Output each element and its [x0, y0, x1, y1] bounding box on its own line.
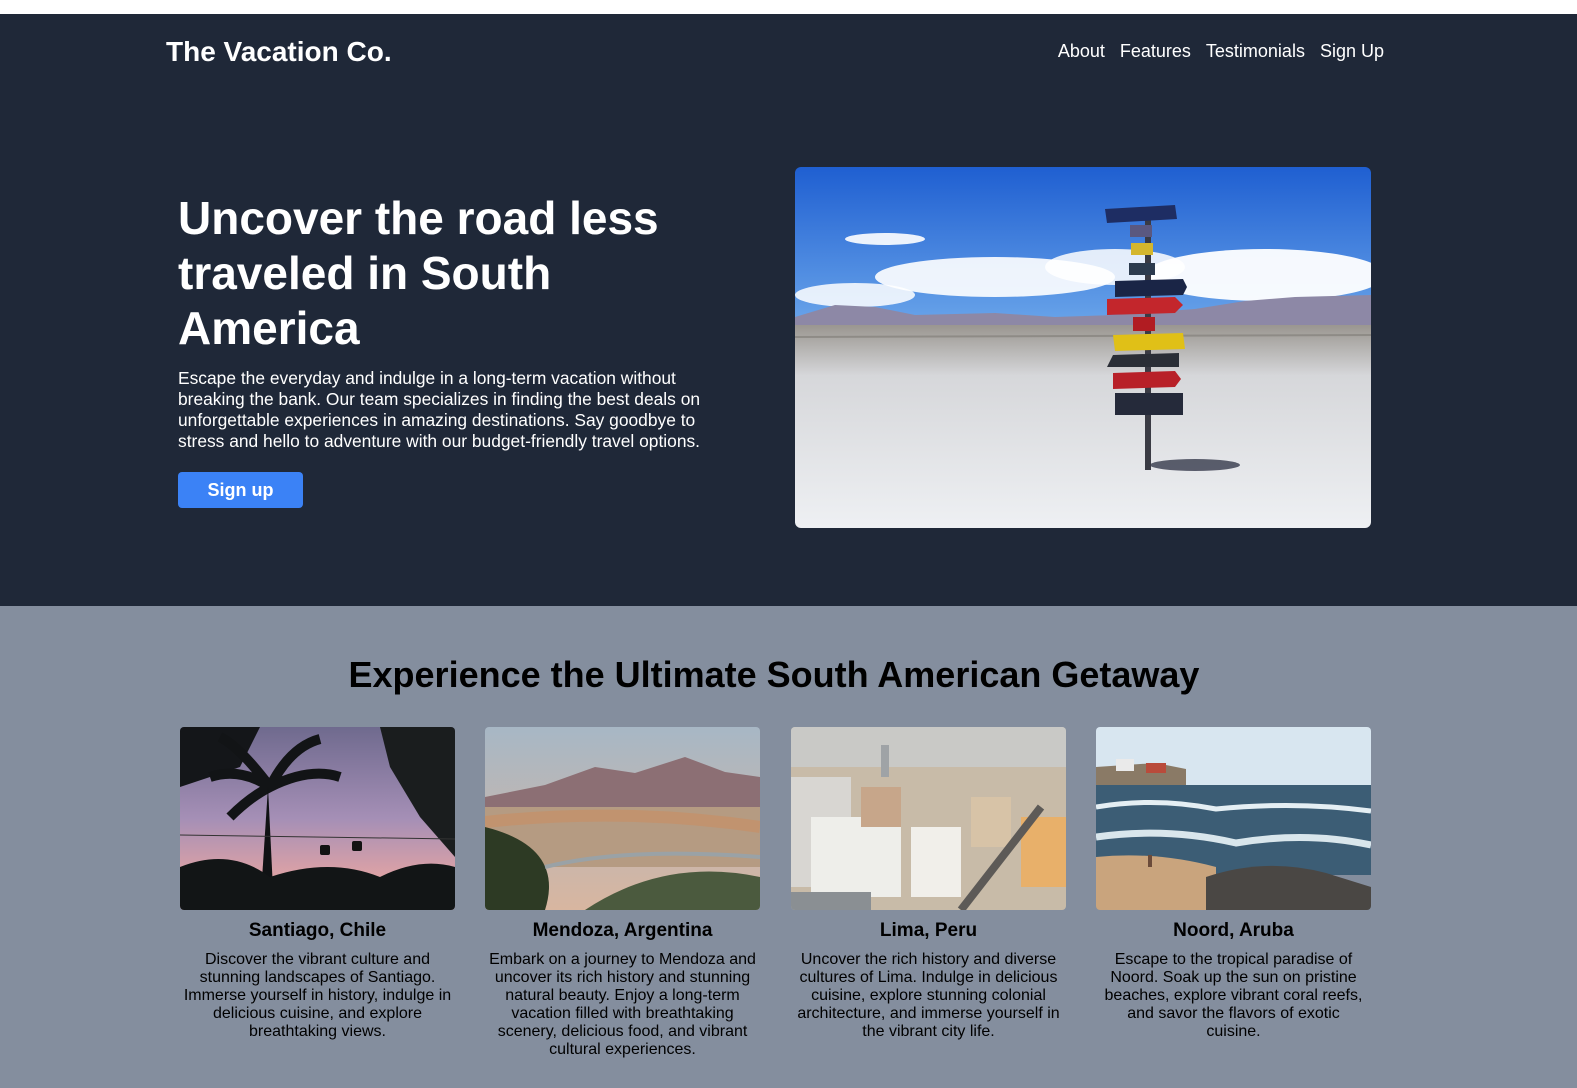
features-title: Experience the Ultimate South American G…: [348, 654, 1200, 695]
nav-link-sign-up[interactable]: Sign Up: [1320, 41, 1384, 62]
destination-card-noord[interactable]: Noord, Aruba Escape to the tropical para…: [1096, 727, 1371, 1041]
destination-card-lima[interactable]: Lima, Peru Uncover the rich history and …: [791, 727, 1066, 1041]
nav-links: About Features Testimonials Sign Up: [1058, 41, 1384, 62]
destination-card-santiago[interactable]: Santiago, Chile Discover the vibrant cul…: [180, 727, 455, 1041]
destination-card-mendoza[interactable]: Mendoza, Argentina Embark on a journey t…: [485, 727, 760, 1059]
santiago-image: [180, 727, 455, 910]
nav-link-features[interactable]: Features: [1120, 41, 1191, 62]
top-strip: [0, 0, 1577, 14]
card-description: Escape to the tropical paradise of Noord…: [1104, 951, 1363, 1040]
card-title: Santiago, Chile: [248, 920, 387, 941]
mendoza-image: [485, 727, 760, 910]
card-description: Embark on a journey to Mendoza and uncov…: [489, 951, 756, 1058]
lima-image: [791, 727, 1066, 910]
hero-description: Escape the everyday and indulge in a lon…: [178, 368, 701, 451]
signup-button[interactable]: Sign up: [178, 472, 303, 508]
hero-title: Uncover the road less traveled in South …: [178, 192, 659, 354]
nav-link-about[interactable]: About: [1058, 41, 1105, 62]
hero-image-signpost: [795, 167, 1371, 528]
card-description: Uncover the rich history and diverse cul…: [797, 951, 1060, 1040]
noord-image: [1096, 727, 1371, 910]
brand-logo[interactable]: The Vacation Co.: [166, 36, 392, 68]
hero-section: The Vacation Co. About Features Testimon…: [0, 14, 1577, 606]
navbar: The Vacation Co. About Features Testimon…: [166, 34, 1384, 70]
card-title: Mendoza, Argentina: [532, 920, 713, 941]
hero-text: Uncover the road less traveled in South …: [178, 191, 738, 508]
features-section: Experience the Ultimate South American G…: [0, 606, 1577, 1088]
card-title: Noord, Aruba: [1173, 920, 1294, 941]
nav-link-testimonials[interactable]: Testimonials: [1206, 41, 1305, 62]
card-description: Discover the vibrant culture and stunnin…: [183, 951, 452, 1040]
card-title: Lima, Peru: [879, 920, 978, 941]
